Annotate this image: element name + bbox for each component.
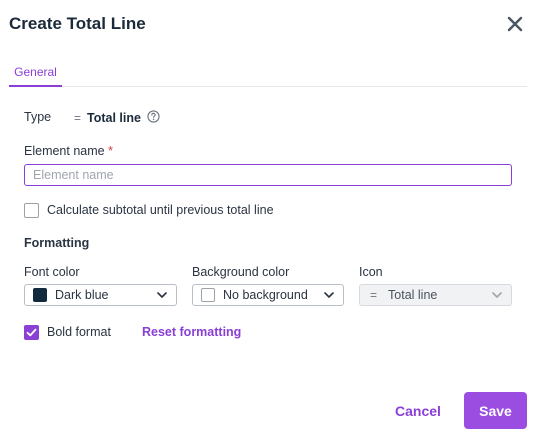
element-name-label-text: Element name (24, 144, 105, 158)
equals-icon: = (74, 111, 82, 125)
background-color-label: Background color (192, 265, 290, 279)
save-button[interactable]: Save (464, 392, 527, 429)
icon-select: = Total line (359, 284, 512, 306)
icon-label: Icon (359, 265, 383, 279)
chevron-down-icon (324, 292, 334, 298)
subtotal-checkbox-label: Calculate subtotal until previous total … (47, 203, 274, 217)
equals-icon: = (370, 288, 378, 302)
font-color-value: Dark blue (55, 288, 109, 302)
type-value-text: Total line (87, 111, 141, 125)
font-color-swatch (33, 288, 47, 302)
tab-general[interactable]: General (9, 62, 62, 87)
dialog-title: Create Total Line (9, 14, 146, 33)
background-color-value: No background (223, 288, 308, 302)
reset-formatting-link[interactable]: Reset formatting (142, 325, 241, 339)
chevron-down-icon (492, 292, 502, 298)
bold-format-checkbox[interactable] (24, 325, 39, 340)
cancel-button[interactable]: Cancel (388, 394, 448, 428)
help-icon[interactable] (147, 110, 160, 126)
close-icon[interactable] (505, 14, 525, 34)
font-color-label: Font color (24, 265, 80, 279)
element-name-label: Element name * (24, 144, 113, 158)
formatting-section-title: Formatting (24, 236, 90, 250)
tab-bar: General (9, 62, 527, 87)
element-name-input[interactable] (24, 164, 512, 186)
background-color-select[interactable]: No background (192, 284, 344, 306)
icon-select-value: Total line (388, 288, 438, 302)
type-label: Type (24, 110, 52, 124)
background-color-swatch (201, 288, 215, 302)
create-total-line-dialog: Create Total Line General Type = Total l… (0, 0, 539, 441)
font-color-select[interactable]: Dark blue (24, 284, 177, 306)
required-mark: * (108, 144, 113, 158)
type-value: = Total line (74, 110, 160, 126)
check-icon (26, 328, 37, 337)
subtotal-checkbox[interactable] (24, 203, 39, 218)
bold-format-label: Bold format (47, 325, 111, 339)
chevron-down-icon (157, 292, 167, 298)
